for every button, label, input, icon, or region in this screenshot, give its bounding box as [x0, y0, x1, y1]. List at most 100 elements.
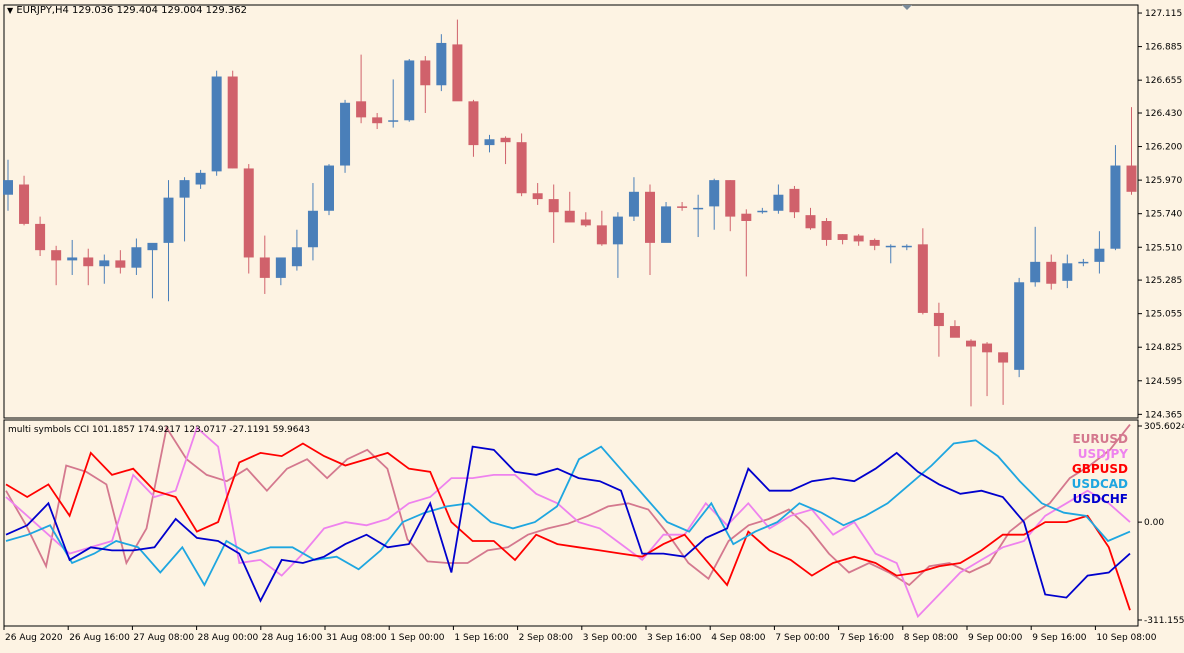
candle-body — [388, 120, 399, 122]
candle-body — [436, 42, 447, 86]
candle — [693, 194, 704, 238]
candle-body — [195, 172, 206, 185]
candle-body — [484, 139, 495, 146]
candle-body — [982, 343, 993, 353]
indicator-legend: EURUSD USDJPY GBPUSD USDCAD USDCHF — [1072, 432, 1128, 507]
candle — [1110, 145, 1121, 251]
candle — [869, 238, 880, 251]
candle-body — [19, 184, 30, 224]
candle-body — [966, 340, 976, 347]
candle-body — [83, 257, 94, 267]
candle-body — [324, 165, 334, 211]
candle-body — [612, 216, 623, 245]
candle — [356, 54, 367, 124]
candle — [163, 180, 174, 302]
candle — [741, 209, 752, 277]
symbol-label: EURJPY,H4 — [16, 5, 69, 16]
candle — [564, 191, 575, 223]
candle-body — [821, 220, 832, 240]
candle — [933, 302, 944, 357]
candle — [677, 202, 688, 211]
candle — [1062, 254, 1073, 289]
candle — [372, 112, 383, 130]
candle — [661, 202, 672, 243]
candle — [484, 134, 495, 153]
candle-body — [99, 260, 110, 267]
candle — [949, 320, 960, 338]
x-tick-label: 28 Aug 00:00 — [198, 633, 259, 643]
chart-shift-marker-icon[interactable] — [902, 5, 912, 10]
x-tick-label: 26 Aug 2020 — [5, 633, 63, 643]
x-tick-label: 9 Sep 00:00 — [968, 633, 1023, 643]
candle — [452, 19, 463, 102]
candle — [998, 352, 1009, 405]
candle — [83, 248, 94, 286]
candle-body — [901, 245, 912, 248]
candle-body — [596, 225, 607, 245]
candle — [388, 79, 399, 128]
chart-svg: 127.115 126.885 126.655 126.430 126.200 125.9… — [3, 4, 1184, 643]
candle-body — [805, 215, 816, 229]
candle-body — [291, 247, 302, 267]
x-tick-label: 3 Sep 00:00 — [583, 633, 638, 643]
candle-body — [933, 312, 944, 327]
candle — [966, 339, 976, 407]
candle-body — [115, 260, 126, 268]
main-chart-area[interactable] — [3, 4, 1139, 627]
x-tick-label: 26 Aug 16:00 — [69, 633, 130, 643]
y-tick-label: 125.285 — [1145, 276, 1182, 286]
x-tick-label: 10 Sep 08:00 — [1096, 633, 1156, 643]
series-line-usdjpy — [5, 426, 1131, 619]
candle-body — [885, 245, 896, 248]
candle-body — [869, 239, 880, 246]
candle-body — [837, 234, 848, 240]
candle — [1126, 107, 1137, 195]
x-tick-label: 1 Sep 16:00 — [454, 633, 509, 643]
candle — [195, 169, 206, 189]
candle-body — [179, 180, 190, 198]
y-tick-label: 125.055 — [1145, 310, 1182, 320]
y-tick-label: 124.595 — [1145, 377, 1182, 387]
y-tick-label: 125.510 — [1145, 243, 1182, 253]
candle-body — [275, 257, 286, 278]
candle — [19, 175, 30, 226]
y-tick-label: 124.825 — [1145, 343, 1182, 353]
candle — [1030, 226, 1041, 287]
candle — [757, 207, 768, 214]
x-tick-label: 1 Sep 00:00 — [390, 633, 445, 643]
cci-lines-layer — [5, 424, 1131, 619]
y-tick-label: 126.655 — [1145, 76, 1182, 86]
candle-body — [147, 242, 158, 251]
candle-body — [356, 101, 367, 118]
candle-body — [1094, 248, 1105, 262]
candle-body — [131, 247, 142, 268]
candle — [420, 56, 431, 113]
candle-body — [853, 235, 864, 242]
candle-body — [949, 326, 960, 338]
candle — [307, 183, 318, 261]
candle-body — [677, 206, 688, 208]
candle-body — [709, 180, 720, 207]
x-tick-label: 31 Aug 08:00 — [326, 633, 387, 643]
candle — [853, 234, 864, 246]
candle-body — [998, 352, 1009, 363]
candles-layer — [3, 19, 1137, 407]
candle-body — [693, 207, 704, 210]
candle — [709, 178, 720, 230]
candle — [436, 34, 447, 92]
ind-y-tick-label: 305.6024 — [1144, 422, 1184, 432]
candle-body — [340, 102, 351, 166]
ind-y-tick-label: 0.00 — [1144, 518, 1164, 528]
chart-menu-arrow-icon[interactable]: ▼ — [7, 6, 13, 15]
legend-eurusd: EURUSD — [1072, 432, 1128, 446]
x-tick-label: 8 Sep 08:00 — [904, 633, 959, 643]
series-line-eurusd — [5, 424, 1131, 587]
candle-body — [1078, 261, 1089, 264]
candle — [885, 244, 896, 264]
candle — [179, 177, 190, 242]
candle — [115, 250, 126, 274]
candle — [227, 70, 238, 169]
candle — [243, 164, 254, 274]
candle — [340, 99, 351, 173]
x-tick-label: 28 Aug 16:00 — [262, 633, 323, 643]
